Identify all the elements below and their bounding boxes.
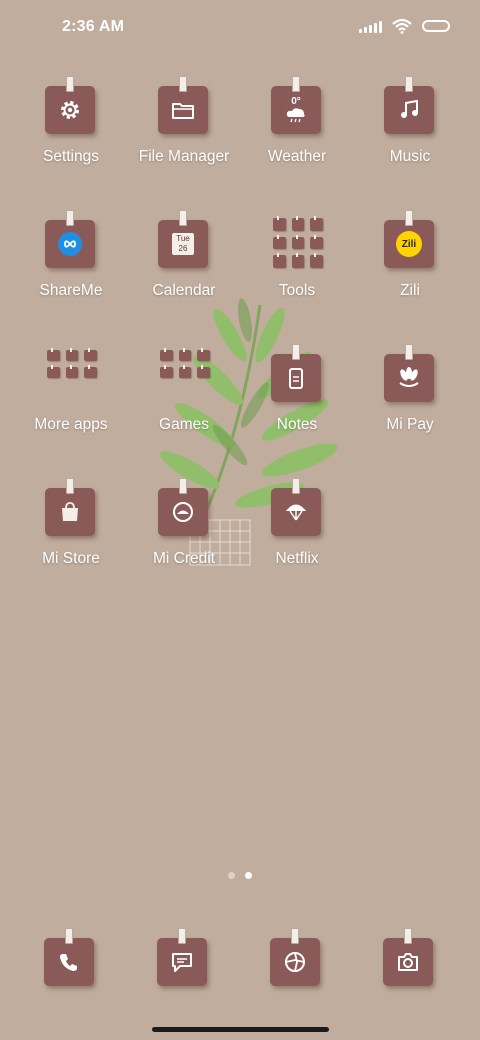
- zili-logo: Zili: [396, 231, 422, 257]
- note-icon: [289, 368, 303, 389]
- clip-decoration: [66, 76, 74, 92]
- app-icon: [152, 476, 216, 546]
- dock-phone[interactable]: [38, 926, 102, 996]
- app-label: Mi Store: [42, 550, 100, 567]
- folder-grid-icon: [152, 342, 216, 412]
- app-icon: [39, 208, 103, 278]
- calendar-day: Tue: [176, 234, 190, 243]
- app-label: Weather: [267, 148, 327, 165]
- app-mi-store[interactable]: Mi Store: [12, 476, 130, 596]
- app-icon: [265, 342, 329, 412]
- message-icon: [172, 953, 192, 972]
- app-shareme[interactable]: ShareMe: [12, 208, 130, 328]
- app-label: More apps: [34, 416, 108, 433]
- clip-decoration: [65, 928, 73, 944]
- credit-icon: [173, 502, 193, 522]
- app-icon: [378, 74, 442, 144]
- app-notes[interactable]: Notes: [238, 342, 356, 462]
- clip-decoration: [404, 928, 412, 944]
- app-mi-pay[interactable]: Mi Pay: [351, 342, 469, 462]
- app-icon: Zili: [378, 208, 442, 278]
- app-netflix[interactable]: Netflix: [238, 476, 356, 596]
- dock-messages[interactable]: [151, 926, 215, 996]
- clip-decoration: [66, 210, 74, 226]
- app-icon: [39, 476, 103, 546]
- app-label: Tools: [278, 282, 316, 299]
- wifi-icon: [392, 18, 412, 34]
- folder-more-apps[interactable]: More apps: [12, 342, 130, 462]
- clip-decoration: [179, 478, 187, 494]
- browser-icon: [285, 952, 305, 972]
- app-mi-credit[interactable]: Mi Credit: [125, 476, 243, 596]
- clip-decoration: [178, 928, 186, 944]
- app-label: ShareMe: [39, 282, 103, 299]
- clip-decoration: [292, 76, 300, 92]
- signal-icon: [359, 19, 382, 33]
- app-music[interactable]: Music: [351, 74, 469, 194]
- page-dot[interactable]: [228, 872, 235, 879]
- app-label: Netflix: [275, 550, 319, 567]
- dock-browser[interactable]: [264, 926, 328, 996]
- clip-decoration: [179, 76, 187, 92]
- app-label: File Manager: [138, 148, 230, 165]
- folder-games[interactable]: Games: [125, 342, 243, 462]
- infinity-icon: [58, 232, 82, 256]
- app-icon: Tue 26: [152, 208, 216, 278]
- status-bar: 2:36 AM: [0, 0, 480, 56]
- app-label: Music: [389, 148, 431, 165]
- app-icon: [265, 476, 329, 546]
- folder-tools[interactable]: Tools: [238, 208, 356, 328]
- status-icons: [359, 18, 450, 34]
- app-label: Zili: [400, 282, 420, 299]
- clip-decoration: [405, 210, 413, 226]
- app-file-manager[interactable]: File Manager: [125, 74, 243, 194]
- weather-temp: 0°: [291, 96, 301, 107]
- app-icon: [152, 74, 216, 144]
- clip-decoration: [405, 344, 413, 360]
- clip-decoration: [405, 76, 413, 92]
- app-weather[interactable]: 0° Weather: [238, 74, 356, 194]
- phone-icon: [60, 954, 77, 971]
- clip-decoration: [292, 478, 300, 494]
- camera-icon: [398, 953, 418, 971]
- folder-grid-icon: [265, 208, 329, 278]
- clip-decoration: [291, 928, 299, 944]
- status-time: 2:36 AM: [62, 18, 125, 35]
- app-label: Games: [159, 416, 209, 433]
- app-icon: [39, 74, 103, 144]
- shopping-bag-icon: [62, 502, 78, 521]
- app-label: Mi Pay: [386, 416, 434, 433]
- page-indicator: [0, 872, 480, 879]
- gear-icon: [61, 101, 79, 119]
- dock-camera[interactable]: [377, 926, 441, 996]
- app-icon: [378, 342, 442, 412]
- app-label: Settings: [42, 148, 99, 165]
- app-label: Mi Credit: [152, 550, 215, 567]
- app-calendar[interactable]: Tue 26 Calendar: [125, 208, 243, 328]
- umbrella-icon: [286, 504, 306, 521]
- battery-icon: [422, 20, 450, 32]
- clip-decoration: [292, 344, 300, 360]
- clip-decoration: [179, 210, 187, 226]
- clip-decoration: [66, 478, 74, 494]
- home-gesture-bar[interactable]: [152, 1027, 329, 1032]
- folder-icon: [172, 103, 194, 119]
- calendar-icon: Tue 26: [172, 233, 194, 255]
- app-settings[interactable]: Settings: [12, 74, 130, 194]
- music-note-icon: [401, 99, 418, 118]
- app-label: Calendar: [152, 282, 216, 299]
- cloud-rain-icon: [286, 108, 305, 123]
- calendar-date: 26: [178, 244, 188, 253]
- app-icon: 0°: [265, 74, 329, 144]
- app-zili[interactable]: Zili Zili: [351, 208, 469, 328]
- folder-grid-icon: [39, 342, 103, 412]
- app-label: Notes: [276, 416, 318, 433]
- mi-pay-icon: [399, 367, 419, 387]
- page-dot-active[interactable]: [245, 872, 252, 879]
